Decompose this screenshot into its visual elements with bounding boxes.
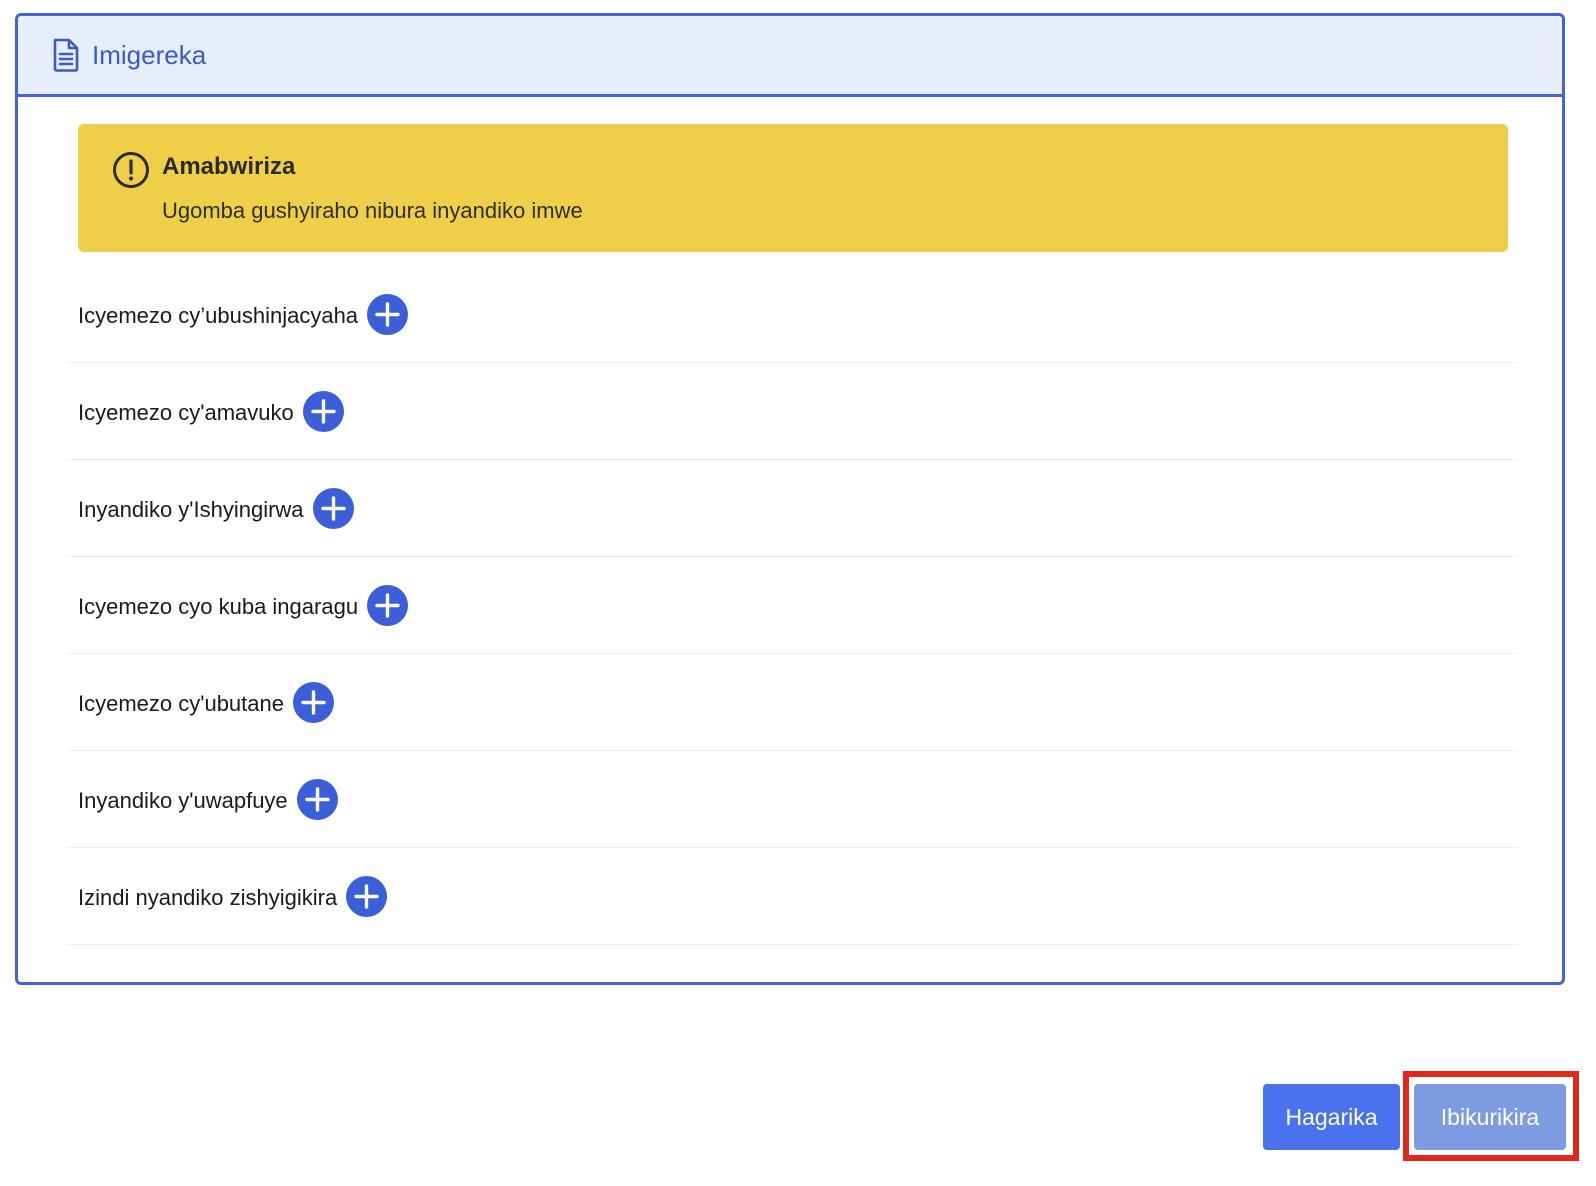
plus-icon [304,786,330,812]
section-title: Imigereka [92,39,207,70]
document-label: Icyemezo cy'amavuko [78,400,294,425]
plus-icon [354,883,379,909]
add-document-button[interactable] [367,584,409,626]
document-label: Inyandiko y'Ishyingirwa [78,497,304,522]
cancel-button[interactable]: Hagarika [1263,1084,1400,1150]
plus-icon [375,592,400,618]
document-list: Icyemezo cy’ubushinjacyaha Icyemezo cy'a… [68,266,1518,945]
document-row-divorce-certificate: Icyemezo cy'ubutane [68,654,1518,751]
document-label: Inyandiko y'uwapfuye [78,788,288,813]
document-row-other-supporting: Izindi nyandiko zishyigikira [68,848,1518,945]
instructions-notice: Amabwiriza Ugomba gushyiraho nibura inya… [78,124,1508,252]
add-document-button[interactable] [296,778,338,820]
document-row-single-status: Icyemezo cyo kuba ingaragu [68,557,1518,654]
plus-icon [311,398,336,424]
add-document-button[interactable] [367,293,409,335]
plus-icon [301,689,326,715]
add-document-button[interactable] [292,681,334,723]
add-document-button[interactable] [346,875,388,917]
card-header: Imigereka [18,16,1562,97]
notice-text: Ugomba gushyiraho nibura inyandiko imwe [162,198,583,223]
attachments-card: Imigereka Amabwiriza Ugomba gushyiraho n… [15,13,1565,985]
plus-icon [375,301,400,327]
exclamation-circle-icon [111,150,151,190]
add-document-button[interactable] [312,487,354,529]
document-label: Icyemezo cy’ubushinjacyaha [78,303,359,328]
document-label: Izindi nyandiko zishyigikira [78,885,338,910]
document-icon [52,38,80,72]
document-row-marriage-record: Inyandiko y'Ishyingirwa [68,460,1518,557]
document-label: Icyemezo cy'ubutane [78,691,284,716]
plus-icon [320,495,346,521]
add-document-button[interactable] [302,390,344,432]
document-label: Icyemezo cyo kuba ingaragu [78,594,359,619]
document-row-birth-certificate: Icyemezo cy'amavuko [68,363,1518,460]
next-button[interactable]: Ibikurikira [1414,1084,1566,1150]
document-row-criminal-record: Icyemezo cy’ubushinjacyaha [68,266,1518,363]
notice-title: Amabwiriza [162,153,296,180]
document-row-death-record: Inyandiko y'uwapfuye [68,751,1518,848]
